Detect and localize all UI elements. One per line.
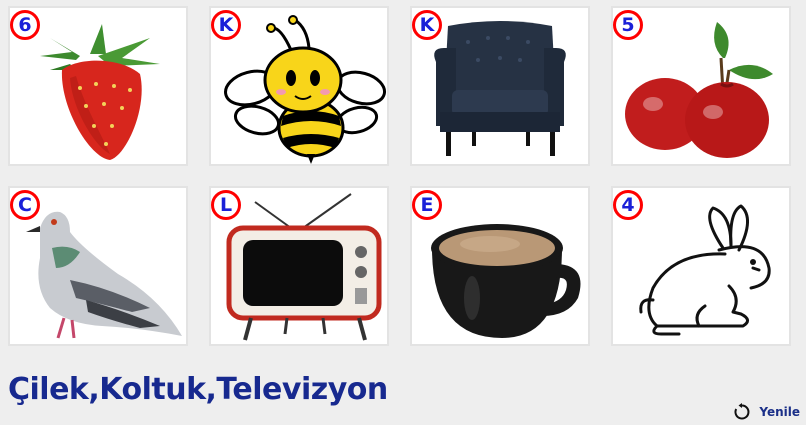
picture-card-pigeon[interactable]: C [8, 186, 188, 346]
picture-card-bee[interactable]: K [209, 6, 389, 166]
picture-card-television[interactable]: L [209, 186, 389, 346]
picture-card-tea-cup[interactable]: E [410, 186, 590, 346]
card-badge: C [10, 190, 40, 220]
card-badge: 4 [613, 190, 643, 220]
refresh-label: Yenile [759, 405, 800, 419]
picture-card-rabbit[interactable]: 4 [611, 186, 791, 346]
refresh-button[interactable]: Yenile [733, 401, 800, 423]
picture-grid: 6 K K 5 C L E 4 [0, 0, 806, 360]
picture-card-apples[interactable]: 5 [611, 6, 791, 166]
card-badge: L [211, 190, 241, 220]
answer-text: Çilek,Koltuk,Televizyon [8, 372, 388, 407]
card-badge: K [412, 10, 442, 40]
picture-card-strawberry[interactable]: 6 [8, 6, 188, 166]
picture-card-armchair[interactable]: K [410, 6, 590, 166]
refresh-icon [734, 403, 750, 420]
card-badge: 6 [10, 10, 40, 40]
card-badge: E [412, 190, 442, 220]
card-badge: K [211, 10, 241, 40]
card-badge: 5 [613, 10, 643, 40]
